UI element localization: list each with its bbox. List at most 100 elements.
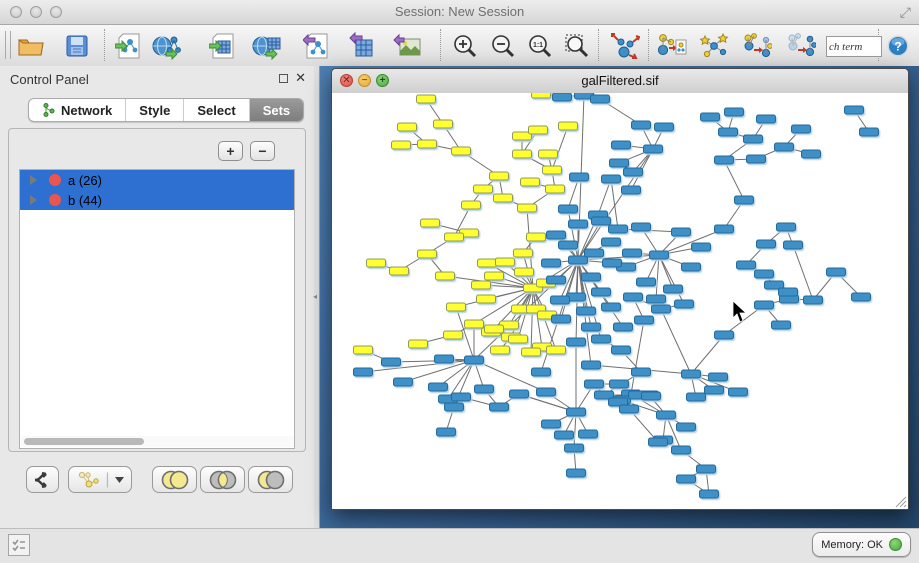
network-node[interactable] (579, 430, 598, 438)
network-node-set-a[interactable] (477, 295, 496, 303)
network-node[interactable] (551, 296, 570, 304)
network-node-set-a[interactable] (494, 194, 513, 202)
import-network-file-button[interactable] (112, 30, 146, 61)
network-node[interactable] (755, 270, 774, 278)
import-table-file-button[interactable] (206, 30, 240, 61)
network-node-set-a[interactable] (547, 346, 566, 354)
fullscreen-icon[interactable]: ⤢ (900, 4, 911, 21)
scrollbar-thumb[interactable] (24, 438, 144, 445)
network-node[interactable] (777, 223, 796, 231)
sets-list[interactable]: a (26)b (44) (19, 169, 295, 449)
network-node[interactable] (429, 383, 448, 391)
network-node-set-a[interactable] (496, 258, 515, 266)
network-node[interactable] (655, 123, 674, 131)
task-history-button[interactable] (8, 534, 30, 556)
network-node[interactable] (860, 128, 879, 136)
network-edge[interactable] (598, 179, 611, 215)
network-node-set-a[interactable] (447, 303, 466, 311)
import-table-web-button[interactable] (250, 30, 284, 61)
network-node-set-a[interactable] (527, 233, 546, 241)
new-network-from-selection-button[interactable] (655, 30, 689, 61)
network-node[interactable] (592, 217, 611, 225)
tab-style[interactable]: Style (125, 99, 183, 121)
expander-icon[interactable] (30, 195, 37, 205)
save-session-button[interactable] (60, 30, 94, 61)
network-node-set-a[interactable] (521, 178, 540, 186)
network-node[interactable] (701, 113, 720, 121)
apply-layout-button[interactable] (608, 30, 642, 61)
network-node[interactable] (612, 346, 631, 354)
network-node[interactable] (452, 393, 471, 401)
network-node[interactable] (657, 411, 676, 419)
network-node[interactable] (719, 128, 738, 136)
network-node-set-a[interactable] (490, 172, 509, 180)
venn-union-button[interactable] (152, 466, 197, 493)
network-node[interactable] (602, 303, 621, 311)
network-node[interactable] (687, 393, 706, 401)
add-set-button[interactable]: + (218, 141, 243, 161)
network-node[interactable] (632, 223, 651, 231)
network-node-set-a[interactable] (398, 123, 417, 131)
network-node[interactable] (747, 155, 766, 163)
network-node-set-a[interactable] (532, 93, 551, 98)
network-node[interactable] (692, 243, 711, 251)
network-node[interactable] (784, 241, 803, 249)
network-node[interactable] (475, 385, 494, 393)
network-node[interactable] (620, 405, 639, 413)
horizontal-scrollbar[interactable] (21, 436, 295, 447)
network-node-set-a[interactable] (546, 185, 565, 193)
network-node[interactable] (779, 288, 798, 296)
network-node[interactable] (715, 156, 734, 164)
network-edge[interactable] (552, 126, 568, 170)
network-node[interactable] (802, 150, 821, 158)
network-node[interactable] (664, 285, 683, 293)
network-node[interactable] (465, 356, 484, 364)
network-node[interactable] (537, 388, 556, 396)
zoom-out-button[interactable] (486, 30, 520, 61)
network-node[interactable] (672, 446, 691, 454)
network-node[interactable] (612, 141, 631, 149)
network-node[interactable] (542, 420, 561, 428)
network-node[interactable] (592, 335, 611, 343)
network-edge[interactable] (531, 288, 533, 352)
network-node-set-a[interactable] (514, 249, 533, 257)
network-node[interactable] (650, 251, 669, 259)
network-node-set-a[interactable] (478, 259, 497, 267)
float-panel-icon[interactable] (279, 74, 288, 83)
network-node-set-a[interactable] (390, 267, 409, 275)
network-node[interactable] (542, 259, 561, 267)
network-node[interactable] (614, 323, 633, 331)
venn-intersection-button[interactable] (200, 466, 245, 493)
network-node[interactable] (845, 106, 864, 114)
network-node[interactable] (555, 431, 574, 439)
network-edge[interactable] (568, 177, 579, 209)
network-node[interactable] (644, 145, 663, 153)
network-node[interactable] (792, 125, 811, 133)
network-node[interactable] (715, 331, 734, 339)
network-node[interactable] (827, 268, 846, 276)
network-node-set-a[interactable] (485, 272, 504, 280)
network-node-set-a[interactable] (452, 147, 471, 155)
network-node[interactable] (624, 168, 643, 176)
toolbar-drag-handle[interactable] (5, 31, 11, 59)
network-node[interactable] (585, 249, 604, 257)
network-node[interactable] (635, 316, 654, 324)
network-node[interactable] (591, 95, 610, 103)
zoom-selected-button[interactable] (560, 30, 594, 61)
network-node[interactable] (354, 368, 373, 376)
network-node[interactable] (697, 465, 716, 473)
network-edge[interactable] (574, 412, 576, 448)
resize-grip[interactable] (893, 494, 907, 508)
network-node[interactable] (547, 276, 566, 284)
memory-status-button[interactable]: Memory: OK (812, 532, 911, 557)
network-node[interactable] (677, 423, 696, 431)
network-node-set-a[interactable] (465, 320, 484, 328)
network-node[interactable] (577, 307, 596, 315)
network-node[interactable] (622, 186, 641, 194)
network-node[interactable] (705, 386, 724, 394)
remove-set-button[interactable]: − (250, 141, 275, 161)
expander-icon[interactable] (30, 175, 37, 185)
network-node[interactable] (565, 444, 584, 452)
network-edge[interactable] (724, 160, 744, 200)
network-node[interactable] (737, 261, 756, 269)
